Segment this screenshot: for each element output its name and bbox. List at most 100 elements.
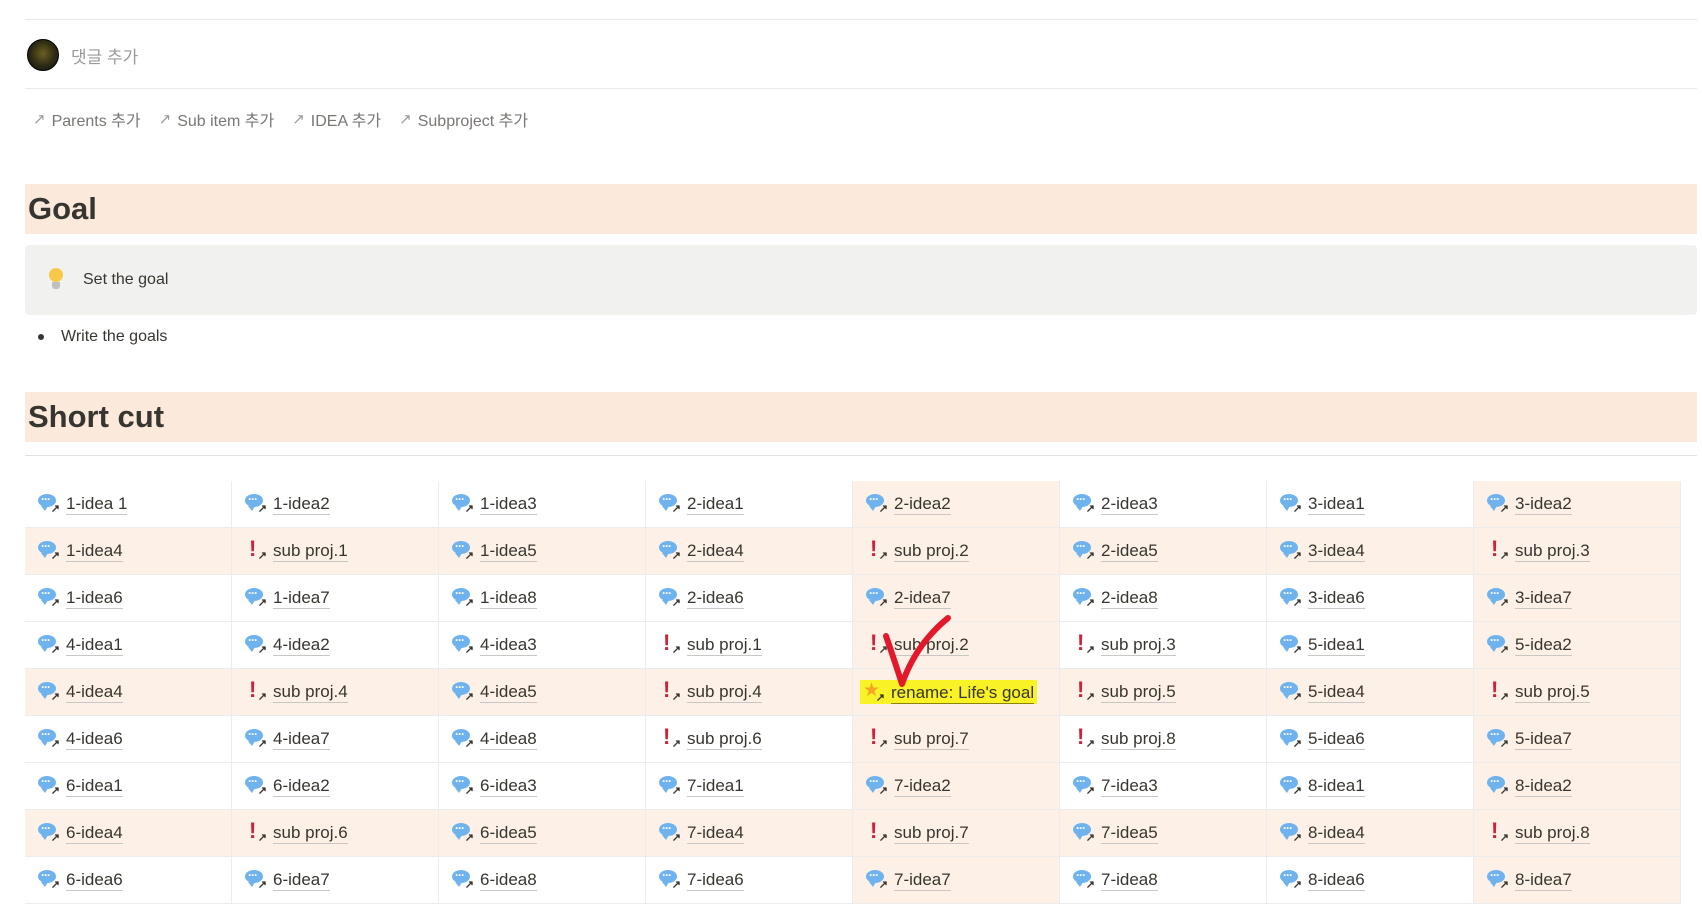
shortcut-heading: Short cut [25, 392, 1697, 442]
speech-bubble-icon: ··· ↗ [452, 681, 474, 703]
idea-link-cell[interactable]: ··· ↗ 7-idea2 [853, 763, 1060, 810]
add-comment-placeholder[interactable]: 댓글 추가 [71, 43, 138, 68]
idea-link-cell[interactable]: ··· ↗ 7-idea4 [646, 810, 853, 857]
idea-link-cell[interactable]: ··· ↗ 7-idea1 [646, 763, 853, 810]
subproject-link-cell[interactable]: ! ↗ sub proj.5 [1060, 669, 1267, 716]
idea-link-cell[interactable]: ··· ↗ 7-idea8 [1060, 857, 1267, 904]
idea-link-cell[interactable]: ··· ↗ 8-idea2 [1474, 763, 1681, 810]
idea-link-cell[interactable]: ··· ↗ 7-idea7 [853, 857, 1060, 904]
subproject-link-cell[interactable]: ! ↗ sub proj.1 [232, 528, 439, 575]
exclamation-icon: ! ↗ [1491, 677, 1509, 703]
highlighted-link[interactable]: ★ ↗ rename: Life's goal [860, 680, 1038, 704]
idea-link-cell[interactable]: ··· ↗ 6-idea6 [25, 857, 232, 904]
subproject-link-cell[interactable]: ! ↗ sub proj.8 [1474, 810, 1681, 857]
idea-link-cell[interactable]: ··· ↗ 4-idea6 [25, 716, 232, 763]
idea-link-cell[interactable]: ··· ↗ 5-idea4 [1267, 669, 1474, 716]
idea-link-cell[interactable]: ··· ↗ 4-idea7 [232, 716, 439, 763]
idea-link-cell[interactable]: ··· ↗ 2-idea5 [1060, 528, 1267, 575]
speech-bubble-icon: ··· ↗ [659, 775, 681, 797]
link-label: 6-idea5 [480, 822, 537, 844]
idea-link-cell[interactable]: ··· ↗ 2-idea2 [853, 481, 1060, 528]
idea-link-cell[interactable]: ··· ↗ 2-idea1 [646, 481, 853, 528]
idea-link-cell[interactable]: ··· ↗ 3-idea4 [1267, 528, 1474, 575]
subproject-link-cell[interactable]: ! ↗ sub proj.5 [1474, 669, 1681, 716]
add-subproject-link[interactable]: ↗ Subproject 추가 [399, 107, 528, 131]
idea-link-cell[interactable]: ··· ↗ 3-idea6 [1267, 575, 1474, 622]
subproject-link-cell[interactable]: ! ↗ sub proj.8 [1060, 716, 1267, 763]
subproject-link-cell[interactable]: ! ↗ sub proj.7 [853, 810, 1060, 857]
idea-link-cell[interactable]: ··· ↗ 6-idea1 [25, 763, 232, 810]
idea-link-cell[interactable]: ··· ↗ 6-idea7 [232, 857, 439, 904]
link-label: 1-idea2 [273, 493, 330, 515]
idea-link-cell[interactable]: ··· ↗ 4-idea4 [25, 669, 232, 716]
idea-link-cell[interactable]: ··· ↗ 2-idea3 [1060, 481, 1267, 528]
idea-link-cell[interactable]: ··· ↗ 1-idea6 [25, 575, 232, 622]
idea-link-cell[interactable]: ··· ↗ 6-idea2 [232, 763, 439, 810]
idea-link-cell[interactable]: ··· ↗ 8-idea4 [1267, 810, 1474, 857]
link-label: 6-idea4 [66, 822, 123, 844]
link-label: 6-idea8 [480, 869, 537, 891]
idea-link-cell[interactable]: ··· ↗ 6-idea5 [439, 810, 646, 857]
idea-link-cell[interactable]: ··· ↗ 4-idea1 [25, 622, 232, 669]
add-idea-link[interactable]: ↗ IDEA 추가 [292, 107, 381, 131]
speech-bubble-icon: ··· ↗ [38, 681, 60, 703]
idea-link-cell[interactable]: ··· ↗ 5-idea2 [1474, 622, 1681, 669]
link-label: 2-idea5 [1101, 540, 1158, 562]
subproject-link-cell[interactable]: ! ↗ sub proj.3 [1474, 528, 1681, 575]
speech-bubble-icon: ··· ↗ [38, 587, 60, 609]
speech-bubble-icon: ··· ↗ [1073, 775, 1095, 797]
idea-link-cell[interactable]: ··· ↗ 5-idea7 [1474, 716, 1681, 763]
idea-link-cell[interactable]: ··· ↗ 4-idea8 [439, 716, 646, 763]
idea-link-cell[interactable]: ··· ↗ 4-idea3 [439, 622, 646, 669]
idea-link-cell[interactable]: ··· ↗ 4-idea5 [439, 669, 646, 716]
subproject-link-cell[interactable]: ! ↗ sub proj.2 [853, 622, 1060, 669]
subproject-link-cell[interactable]: ! ↗ sub proj.4 [232, 669, 439, 716]
idea-link-cell[interactable]: ··· ↗ 6-idea4 [25, 810, 232, 857]
idea-link-cell[interactable]: ··· ↗ 2-idea7 [853, 575, 1060, 622]
link-label: sub proj.1 [273, 540, 348, 562]
idea-link-cell[interactable]: ··· ↗ 1-idea4 [25, 528, 232, 575]
subproject-link-cell[interactable]: ! ↗ sub proj.6 [232, 810, 439, 857]
link-label: 4-idea6 [66, 728, 123, 750]
idea-link-cell[interactable]: ··· ↗ 3-idea7 [1474, 575, 1681, 622]
idea-link-cell[interactable]: ··· ↗ 8-idea7 [1474, 857, 1681, 904]
link-label: sub proj.2 [894, 540, 969, 562]
speech-bubble-icon: ··· ↗ [245, 587, 267, 609]
idea-link-cell[interactable]: ··· ↗ 7-idea6 [646, 857, 853, 904]
idea-link-cell[interactable]: ··· ↗ 1-idea8 [439, 575, 646, 622]
subproject-link-cell[interactable]: ! ↗ sub proj.1 [646, 622, 853, 669]
subproject-link-cell[interactable]: ! ↗ sub proj.2 [853, 528, 1060, 575]
idea-link-cell[interactable]: ··· ↗ 7-idea3 [1060, 763, 1267, 810]
add-parents-link[interactable]: ↗ Parents 추가 [33, 107, 141, 131]
subproject-link-cell[interactable]: ! ↗ sub proj.7 [853, 716, 1060, 763]
idea-link-cell[interactable]: ··· ↗ 6-idea3 [439, 763, 646, 810]
idea-link-cell[interactable]: ··· ↗ 3-idea1 [1267, 481, 1474, 528]
add-sub-item-link[interactable]: ↗ Sub item 추가 [159, 107, 275, 131]
speech-bubble-icon: ··· ↗ [452, 540, 474, 562]
idea-link-cell[interactable]: ··· ↗ 1-idea3 [439, 481, 646, 528]
idea-link-cell[interactable]: ··· ↗ 2-idea4 [646, 528, 853, 575]
speech-bubble-icon: ··· ↗ [38, 775, 60, 797]
idea-link-cell[interactable]: ··· ↗ 8-idea6 [1267, 857, 1474, 904]
subproject-link-cell[interactable]: ! ↗ sub proj.4 [646, 669, 853, 716]
idea-link-cell[interactable]: ··· ↗ 2-idea8 [1060, 575, 1267, 622]
speech-bubble-icon: ··· ↗ [1487, 587, 1509, 609]
idea-link-cell[interactable]: ··· ↗ 1-idea2 [232, 481, 439, 528]
idea-link-cell[interactable]: ··· ↗ 8-idea1 [1267, 763, 1474, 810]
subproject-link-cell[interactable]: ! ↗ sub proj.6 [646, 716, 853, 763]
idea-link-cell[interactable]: ··· ↗ 6-idea8 [439, 857, 646, 904]
idea-link-cell[interactable]: ··· ↗ 3-idea2 [1474, 481, 1681, 528]
add-comment-row[interactable]: 댓글 추가 [27, 38, 138, 72]
idea-link-cell[interactable]: ··· ↗ 2-idea6 [646, 575, 853, 622]
idea-link-cell[interactable]: ··· ↗ 4-idea2 [232, 622, 439, 669]
idea-link-cell[interactable]: ··· ↗ 1-idea 1 [25, 481, 232, 528]
idea-link-cell[interactable]: ··· ↗ 1-idea7 [232, 575, 439, 622]
goal-link-cell[interactable]: ★ ↗ rename: Life's goal [853, 669, 1060, 716]
idea-link-cell[interactable]: ··· ↗ 5-idea1 [1267, 622, 1474, 669]
idea-link-cell[interactable]: ··· ↗ 5-idea6 [1267, 716, 1474, 763]
idea-link-cell[interactable]: ··· ↗ 7-idea5 [1060, 810, 1267, 857]
exclamation-icon: ! ↗ [1491, 536, 1509, 562]
idea-link-cell[interactable]: ··· ↗ 1-idea5 [439, 528, 646, 575]
subproject-link-cell[interactable]: ! ↗ sub proj.3 [1060, 622, 1267, 669]
link-label: 5-idea4 [1308, 681, 1365, 703]
